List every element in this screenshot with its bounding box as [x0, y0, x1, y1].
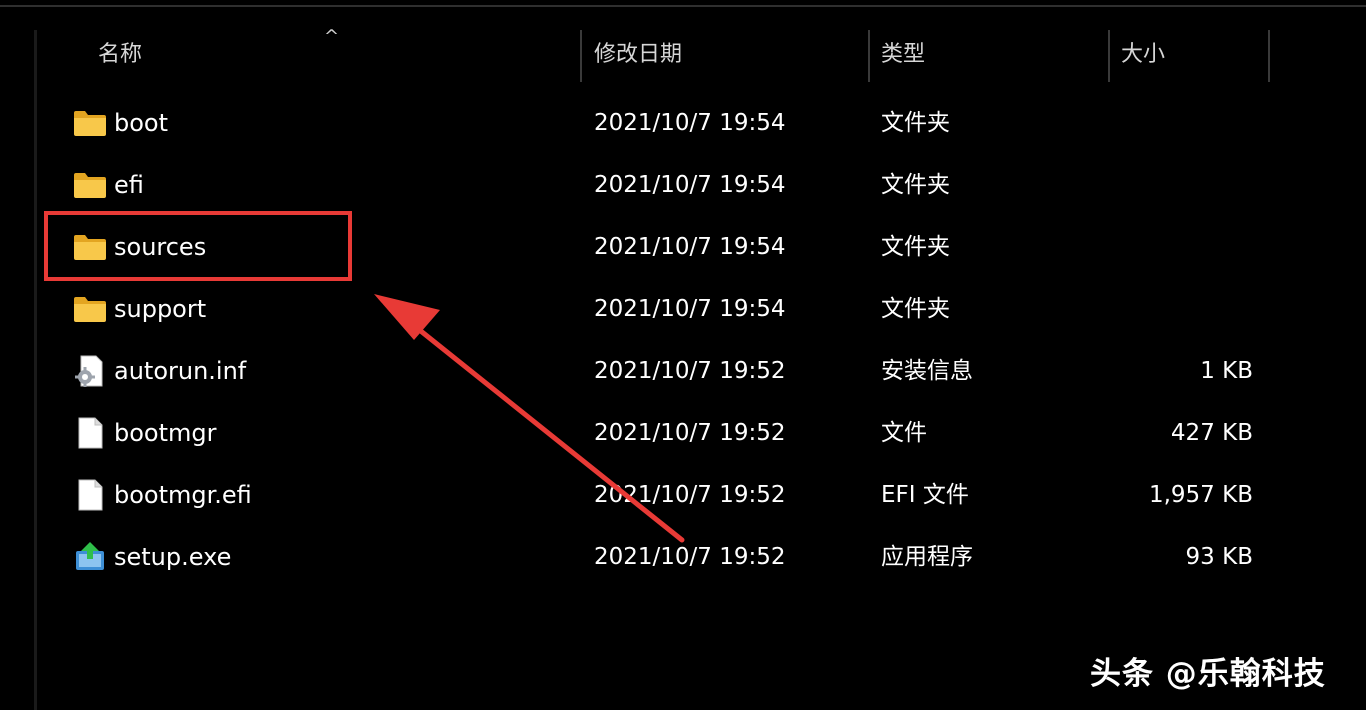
file-modified-date: 2021/10/7 19:54: [594, 234, 786, 260]
file-icon: [72, 479, 108, 511]
file-row[interactable]: autorun.inf 2021/10/7 19:52 安装信息 1 KB: [0, 341, 1366, 401]
column-type-header[interactable]: 类型: [881, 40, 925, 70]
file-row[interactable]: setup.exe 2021/10/7 19:52 应用程序 93 KB: [0, 527, 1366, 587]
file-row[interactable]: boot 2021/10/7 19:54 文件夹: [0, 93, 1366, 153]
column-divider[interactable]: [1108, 30, 1110, 82]
file-size: 93 KB: [1185, 544, 1253, 570]
column-divider[interactable]: [868, 30, 870, 82]
file-type: 文件夹: [881, 234, 950, 260]
column-size-header[interactable]: 大小: [1121, 40, 1165, 70]
file-name: support: [114, 295, 207, 323]
file-size: 1,957 KB: [1148, 482, 1253, 508]
settings-file-icon: [72, 355, 108, 387]
folder-icon: [72, 169, 108, 201]
file-row[interactable]: support 2021/10/7 19:54 文件夹: [0, 279, 1366, 339]
file-row[interactable]: efi 2021/10/7 19:54 文件夹: [0, 155, 1366, 215]
file-size: 1 KB: [1200, 358, 1253, 384]
file-modified-date: 2021/10/7 19:54: [594, 296, 786, 322]
highlight-box: [44, 211, 352, 281]
file-modified-date: 2021/10/7 19:54: [594, 172, 786, 198]
file-modified-date: 2021/10/7 19:52: [594, 358, 786, 384]
folder-icon: [72, 107, 108, 139]
file-type: EFI 文件: [881, 482, 969, 508]
file-name: bootmgr.efi: [114, 481, 252, 509]
file-type: 文件夹: [881, 110, 950, 136]
file-type: 安装信息: [881, 358, 973, 384]
file-type: 文件夹: [881, 172, 950, 198]
file-type: 应用程序: [881, 544, 973, 570]
file-row[interactable]: bootmgr 2021/10/7 19:52 文件 427 KB: [0, 403, 1366, 463]
sort-ascending-icon: ^: [324, 26, 340, 47]
file-type: 文件夹: [881, 296, 950, 322]
file-name: bootmgr: [114, 419, 217, 447]
column-modified-header[interactable]: 修改日期: [594, 40, 682, 70]
column-divider[interactable]: [1268, 30, 1270, 82]
file-modified-date: 2021/10/7 19:52: [594, 544, 786, 570]
file-name: efi: [114, 171, 144, 199]
column-divider[interactable]: [580, 30, 582, 82]
file-row[interactable]: bootmgr.efi 2021/10/7 19:52 EFI 文件 1,957 KB: [0, 465, 1366, 525]
file-modified-date: 2021/10/7 19:52: [594, 420, 786, 446]
file-modified-date: 2021/10/7 19:52: [594, 482, 786, 508]
top-border: [0, 5, 1366, 7]
file-icon: [72, 417, 108, 449]
file-type: 文件: [881, 420, 927, 446]
setup-icon: [72, 541, 108, 573]
file-modified-date: 2021/10/7 19:54: [594, 110, 786, 136]
watermark-text: 头条 @乐翰科技: [1090, 656, 1326, 692]
file-size: 427 KB: [1170, 420, 1253, 446]
file-name: boot: [114, 109, 169, 137]
file-name: autorun.inf: [114, 357, 247, 385]
folder-icon: [72, 293, 108, 325]
file-name: setup.exe: [114, 543, 232, 571]
column-name-header[interactable]: 名称: [98, 40, 142, 70]
column-header: ^ 名称 修改日期 类型 大小: [0, 26, 1366, 84]
